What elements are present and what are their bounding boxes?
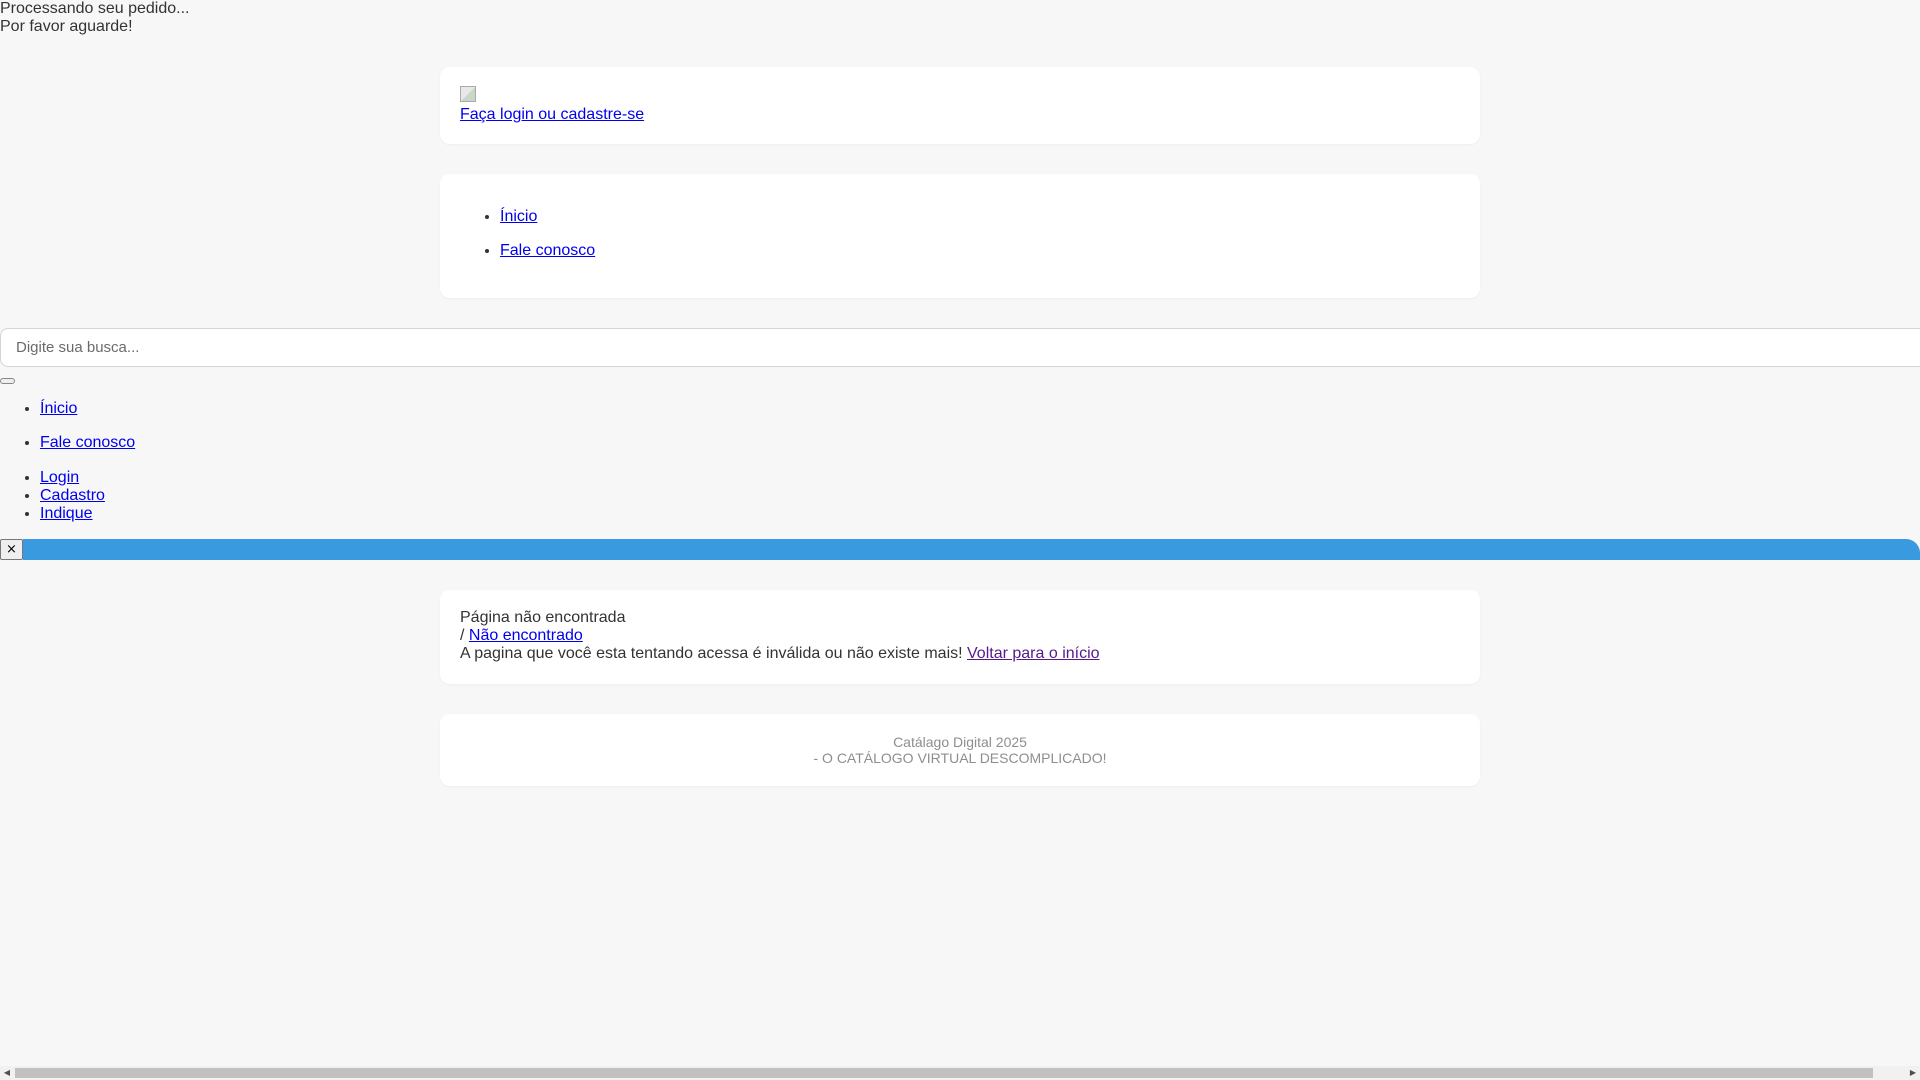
error-message-row: A pagina que você esta tentando acessa é… [460, 645, 1460, 663]
main-nav-card: Ínicio Fale conosco [440, 174, 1480, 298]
login-register-link[interactable]: Faça login ou cadastre-se [460, 106, 1460, 124]
account-item-cadastro: Cadastro [40, 487, 105, 505]
loading-wait-message: Por favor aguarde! [0, 18, 133, 35]
nav-item-fale-conosco: Fale conosco [500, 242, 595, 260]
footer-card: Catálago Digital 2025 - O CATÁLOGO VIRTU… [440, 714, 1480, 786]
scroll-left-icon[interactable]: ◀ [0, 1066, 14, 1080]
back-home-link[interactable]: Voltar para o início [967, 645, 1100, 662]
horizontal-scrollbar[interactable]: ◀ ▶ [0, 1066, 1920, 1080]
mobile-nav-link-fale-conosco[interactable]: Fale conosco [40, 434, 135, 451]
register-link[interactable]: Cadastro [40, 487, 105, 504]
loading-message: Processando seu pedido... [0, 0, 190, 17]
mobile-nav-link-inicio[interactable]: Ínicio [40, 400, 77, 417]
nav-link-fale-conosco[interactable]: Fale conosco [500, 242, 595, 259]
scrollbar-thumb[interactable] [15, 1068, 1873, 1078]
nav-item-inicio: Ínicio [500, 208, 595, 226]
main-nav: Ínicio Fale conosco [460, 208, 595, 276]
close-button[interactable]: × [0, 539, 23, 560]
nav-link-inicio[interactable]: Ínicio [500, 208, 537, 225]
footer-tagline: - O CATÁLOGO VIRTUAL DESCOMPLICADO! [813, 750, 1107, 766]
mobile-nav-item-fale-conosco: Fale conosco [40, 434, 135, 452]
breadcrumb: / Não encontrado [460, 627, 1460, 645]
broken-image-icon [460, 86, 476, 102]
account-menu: Login Cadastro Indique [0, 469, 105, 523]
scroll-right-icon[interactable]: ▶ [1906, 1066, 1920, 1080]
loading-overlay: Processando seu pedido... Por favor agua… [0, 0, 189, 36]
not-found-card: Página não encontrada / Não encontrado A… [440, 590, 1480, 684]
breadcrumb-current-link[interactable]: Não encontrado [469, 627, 583, 644]
header-card: Faça login ou cadastre-se [440, 67, 1480, 144]
mobile-nav-item-inicio: Ínicio [40, 400, 135, 418]
blue-banner [23, 539, 1920, 560]
breadcrumb-separator: / [460, 627, 465, 644]
footer-copyright: Catálago Digital 2025 [893, 734, 1027, 750]
page-title: Página não encontrada [460, 609, 626, 626]
search-input[interactable] [0, 328, 1920, 367]
mobile-nav: Ínicio Fale conosco [0, 400, 135, 468]
search-button[interactable] [0, 378, 15, 384]
refer-link[interactable]: Indique [40, 505, 93, 522]
login-link[interactable]: Login [40, 469, 79, 486]
account-item-indique: Indique [40, 505, 105, 523]
error-message: A pagina que você esta tentando acessa é… [460, 645, 963, 662]
account-item-login: Login [40, 469, 105, 487]
